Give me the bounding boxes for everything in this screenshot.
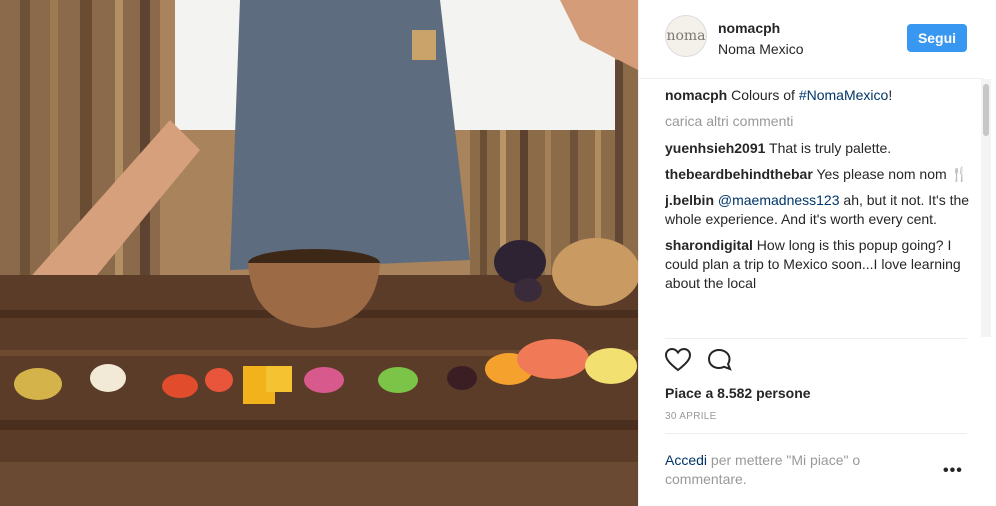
- caption-username[interactable]: nomacph: [665, 87, 727, 103]
- comment-item: sharondigital How long is this popup goi…: [665, 236, 975, 293]
- caption: nomacph Colours of #NomaMexico!: [665, 86, 975, 105]
- post-header: noma nomacph Noma Mexico Segui: [639, 0, 983, 79]
- comment-text: Yes please nom nom 🍴: [816, 166, 968, 182]
- comment-list: nomacph Colours of #NomaMexico! carica a…: [665, 86, 975, 336]
- post-date[interactable]: 30 APRILE: [665, 411, 717, 422]
- login-prompt: Accedi per mettere "Mi piace" o commenta…: [665, 451, 925, 489]
- comment-text: That is truly palette.: [769, 140, 892, 156]
- comment-username[interactable]: sharondigital: [665, 237, 753, 253]
- caption-hashtag[interactable]: #NomaMexico: [799, 87, 888, 103]
- likes-count[interactable]: Piace a 8.582 persone: [665, 385, 811, 401]
- divider: [665, 338, 967, 339]
- comment-mention[interactable]: @maemadness123: [718, 192, 840, 208]
- more-options-icon[interactable]: •••: [943, 462, 963, 480]
- heart-icon[interactable]: [664, 347, 692, 377]
- divider: [665, 433, 967, 434]
- load-more-comments[interactable]: carica altri commenti: [665, 113, 975, 129]
- location-link[interactable]: Noma Mexico: [718, 41, 804, 57]
- comment-item: thebeardbehindthebar Yes please nom nom …: [665, 165, 975, 184]
- comment-item: yuenhsieh2091 That is truly palette.: [665, 139, 975, 158]
- comment-username[interactable]: yuenhsieh2091: [665, 140, 765, 156]
- caption-text: Colours of: [731, 87, 799, 103]
- scrollbar-thumb[interactable]: [983, 84, 989, 136]
- comment-username[interactable]: j.belbin: [665, 192, 714, 208]
- avatar[interactable]: noma: [665, 15, 707, 57]
- post-image: [0, 0, 638, 506]
- sidebar: noma nomacph Noma Mexico Segui nomacph C…: [638, 0, 996, 506]
- caption-text-end: !: [888, 87, 893, 103]
- comment-icon[interactable]: [707, 348, 733, 377]
- follow-button[interactable]: Segui: [907, 24, 967, 52]
- post-photo: [0, 0, 638, 506]
- comment-item: j.belbin @maemadness123 ah, but it not. …: [665, 191, 975, 229]
- username-link[interactable]: nomacph: [718, 20, 780, 36]
- login-link[interactable]: Accedi: [665, 452, 707, 468]
- comment-username[interactable]: thebeardbehindthebar: [665, 166, 813, 182]
